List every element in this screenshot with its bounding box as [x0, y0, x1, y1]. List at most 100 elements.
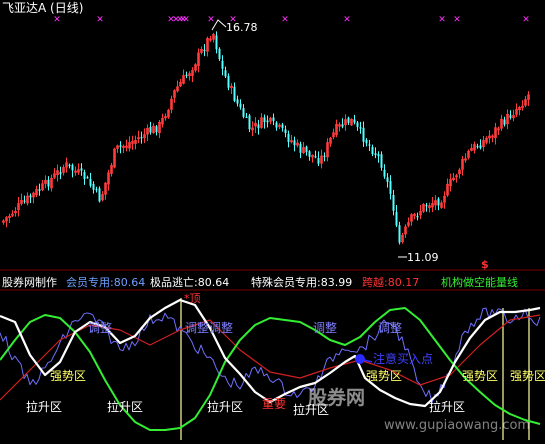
top-signal-marker: ✕ [343, 15, 351, 25]
chart-title: 飞亚达A (日线) [2, 1, 84, 15]
candle-body [377, 154, 380, 157]
candle-body [83, 172, 86, 179]
low-price-label: 11.09 [407, 251, 439, 264]
candle-body [233, 86, 236, 101]
candle-body [257, 124, 260, 129]
candle-body [341, 124, 344, 127]
candle-body [95, 189, 98, 191]
candle-body [92, 183, 95, 190]
candle-body [347, 117, 350, 123]
top-signal-marker: ✕ [453, 15, 461, 25]
candle-body [236, 99, 239, 104]
candle-body [425, 205, 428, 207]
candle-body [266, 120, 269, 123]
candle-body [263, 117, 266, 122]
candle-body [29, 195, 32, 198]
candle-body [371, 146, 374, 155]
info-inst: 机构做空能量线 [441, 276, 518, 289]
candle-body [356, 122, 359, 127]
candle-body [395, 212, 398, 226]
candle-body [284, 129, 287, 134]
candle-body [281, 124, 284, 129]
strong-label-3: 强势区 [462, 369, 499, 383]
pull-label-3: 拉升区 [207, 400, 244, 414]
candle-body [503, 119, 506, 125]
candle-body [119, 145, 122, 147]
candle-body [392, 194, 395, 211]
pull-label-1: 拉升区 [26, 400, 63, 414]
top-signal-marker: ✕ [182, 15, 190, 25]
candle-body [383, 169, 386, 177]
candle-body [272, 117, 275, 121]
top-signal-marker: ✕ [53, 15, 61, 25]
watermark-url: www.gupiaowang.com [384, 418, 531, 433]
candle-body [221, 60, 224, 69]
strong-label-4: 强势区 [510, 369, 545, 383]
high-price-label: 16.78 [226, 21, 258, 34]
dollar-marker-icon: $ [481, 258, 489, 271]
top-signal-marker: ✕ [207, 15, 215, 25]
watermark-text: 股券网 [308, 387, 366, 409]
candle-body [140, 137, 143, 139]
candle-body [47, 179, 50, 187]
candle-body [293, 140, 296, 146]
info-member: 会员专用:80.64 [66, 276, 146, 289]
candle-body [203, 49, 206, 52]
top-signal-marker: ✕ [281, 15, 289, 25]
candle-body [386, 177, 389, 182]
top-marker-label: *顶 [184, 292, 201, 305]
indicator-info-bar: 股券网制作 会员专用:80.64 极品逃亡:80.64 特殊会员专用:83.99… [0, 273, 545, 289]
candle-body [218, 48, 221, 60]
candle-body [80, 168, 83, 171]
candle-body [242, 108, 245, 117]
pull-label-2: 拉升区 [107, 400, 144, 414]
candle-body [23, 200, 26, 202]
candle-body [437, 198, 440, 206]
candle-body [86, 177, 89, 179]
candle-body [149, 126, 152, 133]
strong-label-2: 强势区 [366, 369, 403, 383]
adjust-label-2: 调整调整 [185, 321, 234, 335]
candle-body [323, 155, 326, 157]
top-signal-marker: ✕ [522, 15, 530, 25]
candle-body [185, 74, 188, 76]
candle-body [389, 180, 392, 194]
adjust-label-3: 调整 [313, 321, 338, 335]
candle-body [299, 143, 302, 153]
top-signal-marker: ✕ [438, 15, 446, 25]
pull-label-5: 拉升区 [429, 400, 466, 414]
candle-body [245, 116, 248, 119]
candle-body [305, 146, 308, 152]
candle-body [314, 156, 317, 158]
candle-body [68, 164, 71, 166]
info-prefix: 股券网制作 [2, 276, 57, 289]
candle-body [380, 154, 383, 168]
candle-body [479, 145, 482, 149]
attention-buy-label: 注意买入点 [373, 352, 434, 366]
candle-body [287, 133, 290, 142]
candle-body [155, 126, 158, 132]
candle-body [59, 172, 62, 175]
price-panel: ✕ ✕ ✕✕✕✕✕ ✕ ✕ ✕ ✕ ✕ ✕ ✕ [2, 15, 530, 258]
candle-body [353, 119, 356, 123]
strong-label-1: 强势区 [50, 369, 87, 383]
candle-body [416, 216, 419, 218]
candle-body [317, 157, 320, 164]
candle-body [308, 151, 311, 157]
candle-body [215, 35, 218, 50]
candle-body [227, 75, 230, 88]
candle-body [509, 115, 512, 118]
info-cross: 跨越:80.17 [362, 276, 420, 289]
candle-body [224, 70, 227, 77]
candle-body [89, 178, 92, 186]
candle-body [368, 144, 371, 146]
candle-body [374, 153, 377, 156]
info-extreme: 极品逃亡:80.64 [150, 276, 230, 289]
candle-body [365, 139, 368, 144]
top-signal-marker: ✕ [96, 15, 104, 25]
candle-body [71, 165, 74, 171]
candle-body [275, 122, 278, 128]
candle-body [248, 115, 251, 130]
candle-body [38, 189, 41, 191]
adjust-label-4: 调整 [378, 321, 403, 335]
